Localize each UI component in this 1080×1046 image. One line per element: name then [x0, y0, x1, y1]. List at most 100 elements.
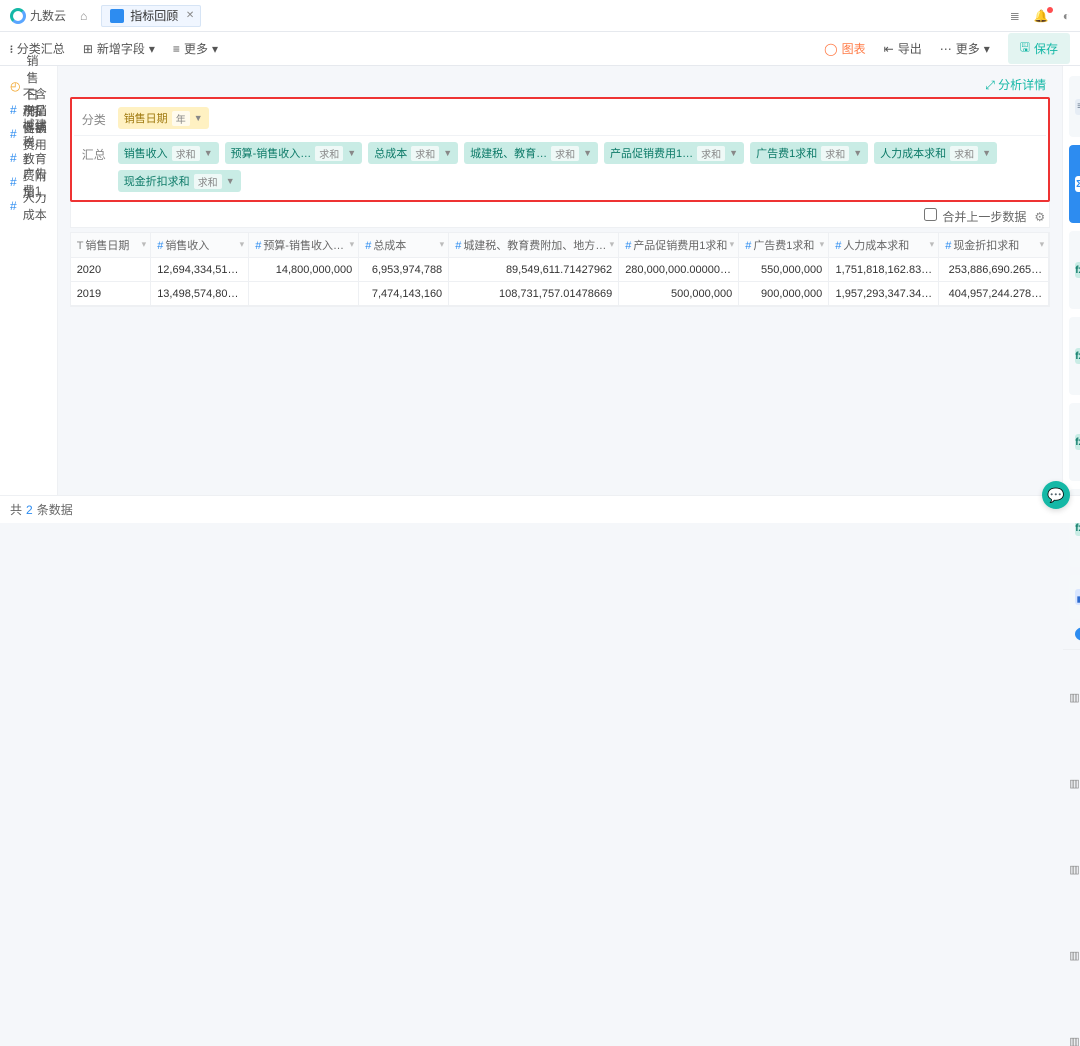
gear-icon[interactable]: ⚙: [1034, 210, 1045, 224]
step-formula[interactable]: fx公式/函数⋮: [1069, 231, 1080, 309]
chevron-down-icon[interactable]: ▼: [982, 148, 991, 158]
chevron-down-icon[interactable]: ▼: [583, 148, 592, 158]
list-icon[interactable]: ≣: [1010, 9, 1020, 23]
col-header[interactable]: #城建税、教育费附加、地方教育…▾: [449, 233, 619, 258]
summary-pill[interactable]: 广告费1求和求和▼: [750, 142, 868, 164]
add-step-button[interactable]: +: [1075, 627, 1080, 641]
table-row[interactable]: 2020 12,694,334,513… 14,800,000,000 6,95…: [71, 258, 1049, 282]
sort-icon[interactable]: ▾: [610, 239, 615, 250]
hash-icon: #: [255, 240, 261, 252]
hash-icon: #: [945, 240, 951, 252]
close-icon[interactable]: ✕: [186, 10, 194, 21]
user-icon[interactable]: ◐: [1063, 9, 1070, 23]
hash-icon: #: [365, 240, 371, 252]
analysis-detail-link[interactable]: ⤢ 分析详情: [985, 78, 1046, 92]
chevron-down-icon[interactable]: ▼: [204, 148, 213, 158]
step-group-summary[interactable]: Σ分类汇总⋮: [1069, 145, 1080, 223]
sort-icon[interactable]: ▾: [142, 239, 147, 250]
group-row-label: 分类: [82, 107, 110, 128]
summary-pill[interactable]: 现金折扣求和求和▼: [118, 170, 241, 192]
workspace-tab[interactable]: 指标回顾 ✕: [101, 5, 201, 27]
cell: 253,886,690.265…: [939, 258, 1049, 282]
chart-list-item[interactable]: ▥图表-分析表🗑: [1063, 998, 1080, 1046]
col-header[interactable]: T销售日期▾: [71, 233, 151, 258]
sort-icon[interactable]: ▾: [240, 239, 245, 250]
col-header[interactable]: #产品促销费用1求和▾: [619, 233, 739, 258]
chart-icon: ▥: [1069, 949, 1079, 962]
col-header[interactable]: #总成本▾: [359, 233, 449, 258]
hash-icon: #: [10, 151, 17, 165]
more2-button[interactable]: ⋯ 更多 ▾: [940, 40, 990, 57]
sort-icon[interactable]: ▾: [930, 239, 935, 250]
fx-icon: fx: [1075, 434, 1080, 450]
brand-mark-icon: [10, 8, 26, 24]
cell: [249, 282, 359, 306]
home-icon[interactable]: ⌂: [80, 9, 87, 23]
config-tools: 合并上一步数据 ⚙: [70, 202, 1051, 228]
chart-list-item[interactable]: ▥图表-分析表🗑: [1063, 912, 1080, 998]
chart-list-item[interactable]: ▥图表-分析表🗑: [1063, 654, 1080, 740]
chart-icon: ▥: [1069, 691, 1079, 704]
chart-list-item[interactable]: ▥图表-分析表🗑: [1063, 826, 1080, 912]
hash-icon: #: [10, 127, 17, 141]
col-header[interactable]: #现金折扣求和▾: [939, 233, 1049, 258]
fx-icon: fx: [1075, 348, 1080, 364]
step-icon: Σ: [1075, 176, 1080, 192]
chevron-down-icon[interactable]: ▼: [729, 148, 738, 158]
col-header[interactable]: #广告费1求和▾: [739, 233, 829, 258]
sort-icon[interactable]: ▾: [730, 239, 735, 250]
save-button[interactable]: 🖫 保存: [1008, 33, 1070, 64]
step-formula[interactable]: fx公式/函数⋮: [1069, 317, 1080, 395]
field-item[interactable]: #人力成本: [0, 194, 57, 218]
brand-name: 九数云: [30, 7, 66, 24]
add-field-button[interactable]: ⊞ 新增字段 ▾: [83, 40, 155, 57]
chevron-down-icon[interactable]: ▼: [226, 176, 235, 186]
hash-icon: #: [455, 240, 461, 252]
more-button[interactable]: ≡ 更多 ▾: [173, 40, 218, 57]
summary-pill[interactable]: 总成本求和▼: [368, 142, 458, 164]
sort-icon[interactable]: ▾: [820, 239, 825, 250]
merge-prev-checkbox[interactable]: 合并上一步数据: [924, 208, 1026, 225]
cell: 13,498,574,809…: [151, 282, 249, 306]
col-header[interactable]: #预算-销售收入求和▾: [249, 233, 359, 258]
tab-icon: [110, 9, 124, 23]
summary-pill[interactable]: 销售收入求和▼: [118, 142, 219, 164]
chevron-down-icon[interactable]: ▼: [194, 113, 203, 123]
chevron-down-icon[interactable]: ▼: [853, 148, 862, 158]
cell: 1,751,818,162.83…: [829, 258, 939, 282]
hash-icon: #: [745, 240, 751, 252]
step-select-fields[interactable]: ≡选字段: [1069, 76, 1080, 137]
cell: 1,957,293,347.34…: [829, 282, 939, 306]
summary-pill[interactable]: 人力成本求和求和▼: [874, 142, 997, 164]
chart-list-item[interactable]: ▥图表-分析表🗑: [1063, 740, 1080, 826]
table-row[interactable]: 2019 13,498,574,809… 7,474,143,160 108,7…: [71, 282, 1049, 306]
step-icon: ≡: [1075, 99, 1080, 115]
sort-icon[interactable]: ▾: [350, 239, 355, 250]
group-pill[interactable]: 销售日期 年 ▼: [118, 107, 209, 129]
sort-icon[interactable]: ▾: [1040, 239, 1045, 250]
chart-icon: ▥: [1069, 863, 1079, 876]
cell: 14,800,000,000: [249, 258, 359, 282]
step-formula[interactable]: fx公式/函数⋮: [1069, 403, 1080, 481]
chart-button[interactable]: ◯ 图表: [824, 40, 865, 57]
filter-icon: ▖: [1075, 589, 1080, 605]
col-header[interactable]: #人力成本求和▾: [829, 233, 939, 258]
export-button[interactable]: ⇤ 导出: [884, 40, 922, 57]
step-filter[interactable]: ▖筛选⋮: [1069, 575, 1080, 619]
summary-pill[interactable]: 预算-销售收入…求和▼: [225, 142, 363, 164]
sort-icon[interactable]: ▾: [440, 239, 445, 250]
fx-icon: fx: [1075, 262, 1080, 278]
col-header[interactable]: #销售收入▾: [151, 233, 249, 258]
field-list: ◴销售日期 #不含税销售额 #产品促销费用1 #城建税、教育费附加… #广告费1…: [0, 66, 58, 495]
help-floating-button[interactable]: 💬: [1042, 481, 1070, 509]
data-table: T销售日期▾ #销售收入▾ #预算-销售收入求和▾ #总成本▾ #城建税、教育费…: [70, 232, 1051, 307]
group-summary-config: 分类 销售日期 年 ▼ 汇总 销售收入求和▼ 预算-销售收入…求和▼ 总成本求和…: [70, 97, 1051, 202]
chevron-down-icon[interactable]: ▼: [347, 148, 356, 158]
summary-pill[interactable]: 产品促销费用1…求和▼: [604, 142, 744, 164]
summary-pill[interactable]: 城建税、教育…求和▼: [464, 142, 598, 164]
cell: 280,000,000.0000001: [619, 258, 739, 282]
table-header-row: T销售日期▾ #销售收入▾ #预算-销售收入求和▾ #总成本▾ #城建税、教育费…: [71, 233, 1049, 258]
tab-title: 指标回顾: [130, 7, 178, 24]
bell-icon[interactable]: 🔔: [1034, 9, 1049, 23]
chevron-down-icon[interactable]: ▼: [443, 148, 452, 158]
